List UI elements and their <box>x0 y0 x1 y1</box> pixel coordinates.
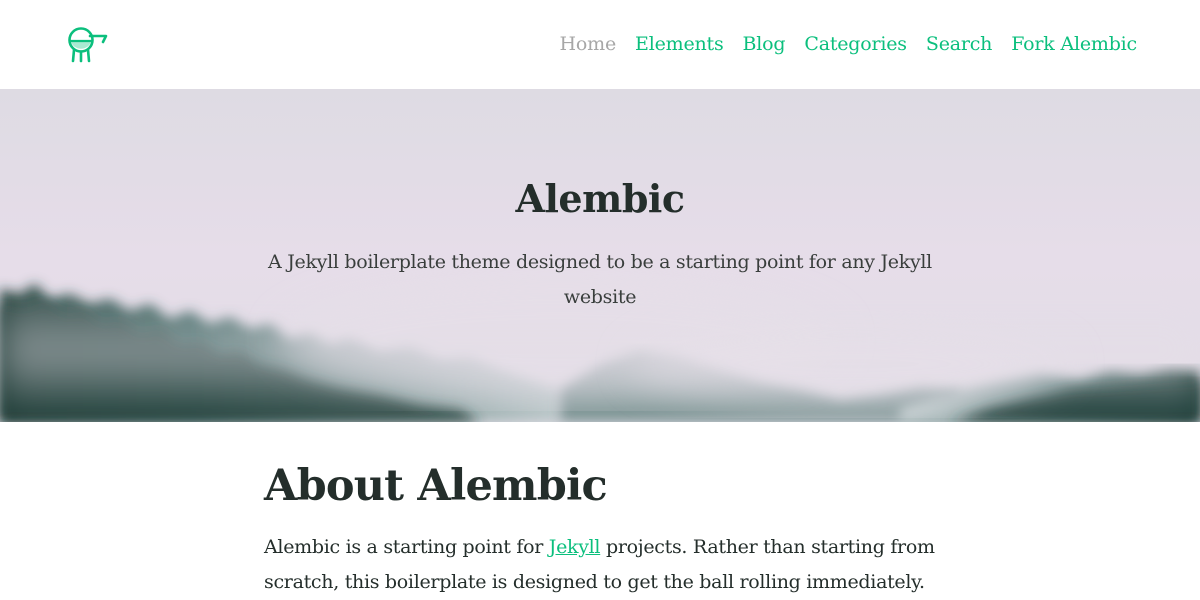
nav-home[interactable]: Home <box>560 28 617 60</box>
hero-title: Alembic <box>515 176 685 221</box>
nav-fork-alembic[interactable]: Fork Alembic <box>1011 28 1137 60</box>
hero-content: Alembic A Jekyll boilerplate theme desig… <box>0 89 1200 422</box>
alembic-logo-icon[interactable] <box>66 24 110 64</box>
nav-categories[interactable]: Categories <box>804 28 907 60</box>
hero-subtitle: A Jekyll boilerplate theme designed to b… <box>268 251 932 308</box>
hero-banner: Alembic A Jekyll boilerplate theme desig… <box>0 89 1200 422</box>
site-header: Home Elements Blog Categories Search For… <box>0 0 1200 89</box>
about-paragraph: Alembic is a starting point for Jekyll p… <box>264 530 936 600</box>
nav-search[interactable]: Search <box>926 28 993 60</box>
main-nav: Home Elements Blog Categories Search For… <box>560 28 1138 60</box>
jekyll-link[interactable]: Jekyll <box>549 536 601 558</box>
about-text-before: Alembic is a starting point for <box>264 536 549 558</box>
nav-blog[interactable]: Blog <box>743 28 786 60</box>
about-heading: About Alembic <box>264 461 608 511</box>
nav-elements[interactable]: Elements <box>635 28 724 60</box>
